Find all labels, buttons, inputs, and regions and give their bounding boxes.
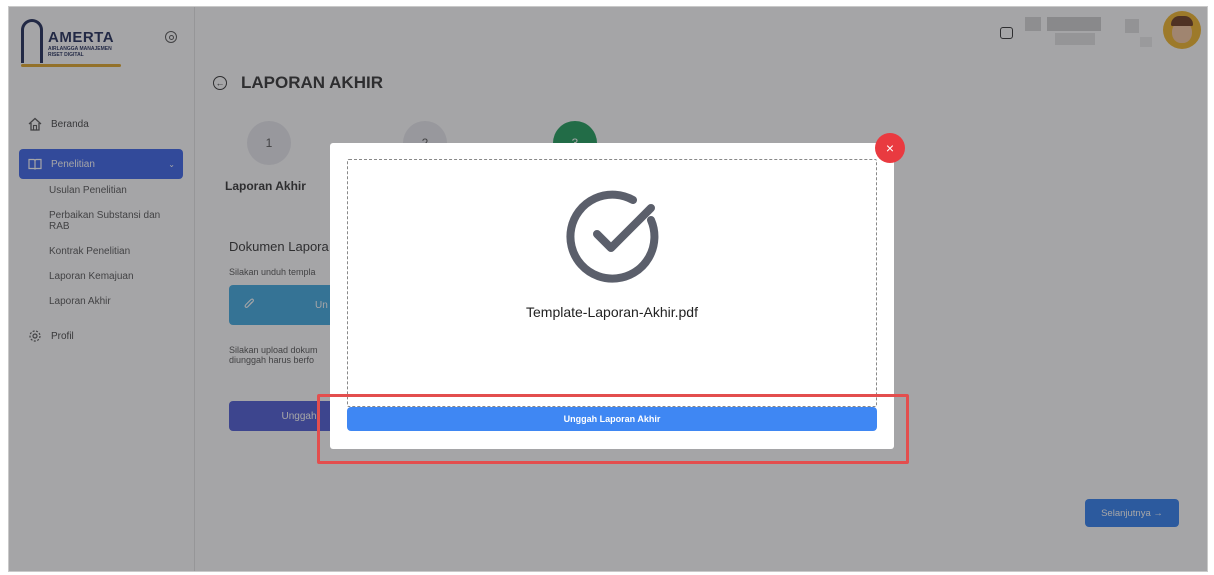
check-circle-icon <box>566 190 659 283</box>
file-dropzone[interactable]: Template-Laporan-Akhir.pdf <box>347 159 877 407</box>
uploaded-file-name: Template-Laporan-Akhir.pdf <box>526 304 698 320</box>
app-window: AMERTA AIRLANGGA MANAJEMEN RISET DIGITAL… <box>8 6 1208 572</box>
close-icon[interactable]: × <box>875 133 905 163</box>
annotation-highlight-box <box>317 394 909 464</box>
